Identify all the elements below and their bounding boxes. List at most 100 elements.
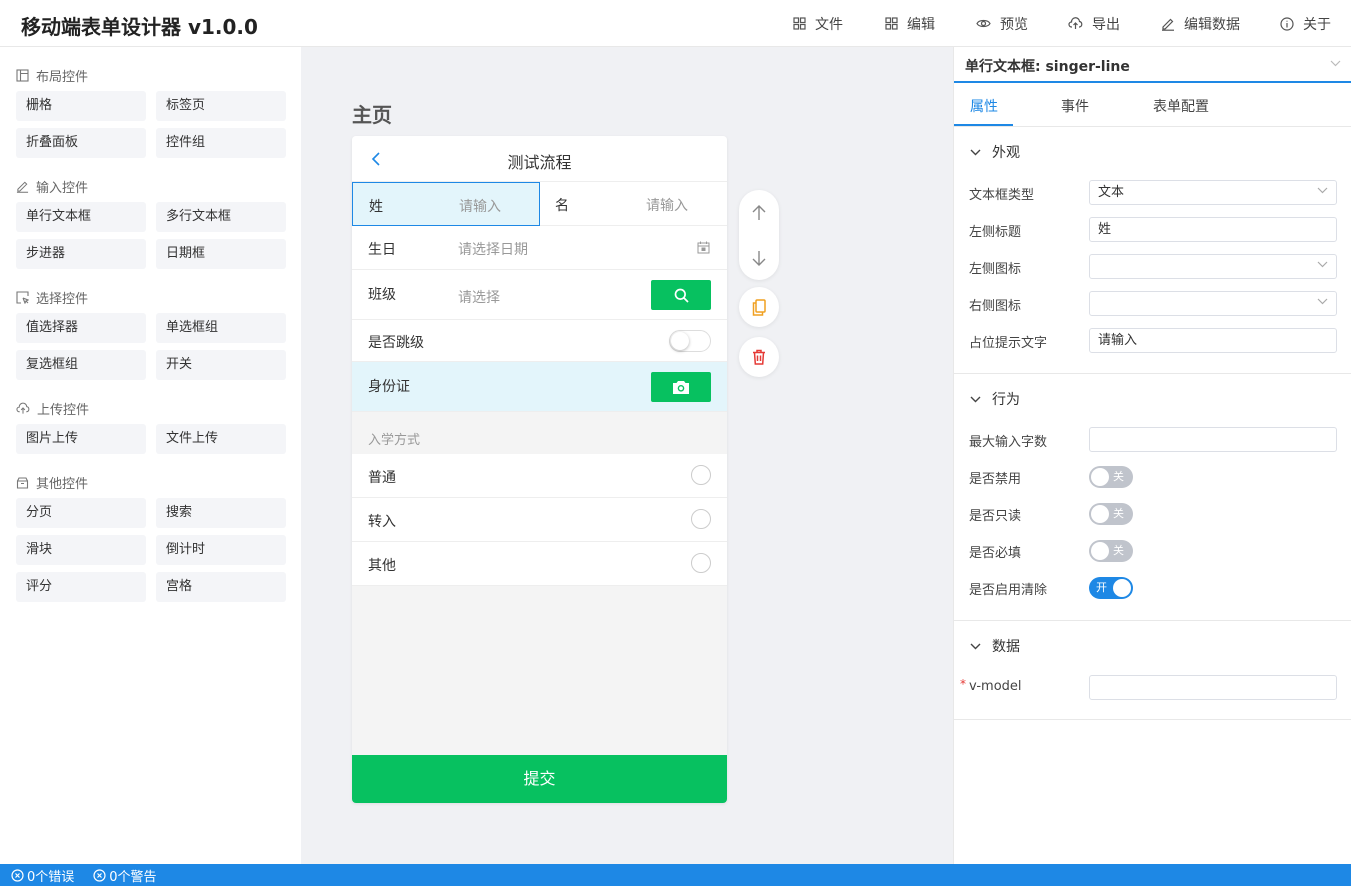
field-input-class[interactable]: 请选择 xyxy=(458,287,500,307)
selected-field-surname[interactable]: 姓 请输入 xyxy=(352,182,540,226)
search-button[interactable] xyxy=(651,280,711,310)
palette-item-slider[interactable]: 滑块 xyxy=(16,535,146,565)
palette-item-control-group[interactable]: 控件组 xyxy=(156,128,286,158)
palette-item-tabs[interactable]: 标签页 xyxy=(156,91,286,121)
palette-item-date[interactable]: 日期框 xyxy=(156,239,286,269)
group-title-label: 布局控件 xyxy=(36,70,89,85)
palette-item-switch[interactable]: 开关 xyxy=(156,350,286,380)
radio-circle[interactable] xyxy=(691,553,711,573)
select-left-icon[interactable] xyxy=(1089,254,1337,279)
palette-item-grid-menu[interactable]: 宫格 xyxy=(156,572,286,602)
menu-preview-label: 预览 xyxy=(1000,16,1028,33)
radio-circle[interactable] xyxy=(691,465,711,485)
copy-icon xyxy=(752,298,766,316)
tab-form-config[interactable]: 表单配置 xyxy=(1153,96,1209,116)
delete-button[interactable] xyxy=(739,337,779,377)
selected-component-header[interactable]: 单行文本框: singer-line xyxy=(954,47,1351,83)
palette-item-search[interactable]: 搜索 xyxy=(156,498,286,528)
toggle-knob xyxy=(671,332,689,350)
selected-component-title: 单行文本框: singer-line xyxy=(965,59,1130,75)
palette-item-rate[interactable]: 评分 xyxy=(16,572,146,602)
section-header-appearance[interactable]: 外观 xyxy=(970,142,1020,162)
field-input-surname[interactable]: 请输入 xyxy=(459,196,501,216)
copy-icon-wrap xyxy=(739,287,779,327)
cursor-select-icon xyxy=(16,291,29,304)
toggle-clearable[interactable]: 开 xyxy=(1089,577,1133,599)
menu-file[interactable]: 文件 xyxy=(793,0,843,47)
palette-item-pagination[interactable]: 分页 xyxy=(16,498,146,528)
field-label-birthday: 生日 xyxy=(368,242,396,258)
section-header-data[interactable]: 数据 xyxy=(970,636,1020,656)
search-icon xyxy=(674,288,689,303)
eye-icon xyxy=(976,19,991,28)
palette-item-file-upload[interactable]: 文件上传 xyxy=(156,424,286,454)
camera-button[interactable] xyxy=(651,372,711,402)
palette-item-stepper[interactable]: 步进器 xyxy=(16,239,146,269)
menu-about[interactable]: 关于 xyxy=(1280,0,1331,47)
move-down-button[interactable] xyxy=(739,235,779,280)
menu-edit-data[interactable]: 编辑数据 xyxy=(1161,0,1240,47)
chevron-down-icon xyxy=(1330,60,1341,67)
palette-item-collapse[interactable]: 折叠面板 xyxy=(16,128,146,158)
field-input-given-name[interactable]: 请输入 xyxy=(646,195,688,215)
toggle-required[interactable]: 关 xyxy=(1089,540,1133,562)
menu-edit[interactable]: 编辑 xyxy=(885,0,935,47)
mobile-form-preview: 测试流程 姓 请输入 名 请输入 生日 请选择日期 班级 请选择 是否跳级 身份… xyxy=(352,136,727,803)
palette-item-radio-group[interactable]: 单选框组 xyxy=(156,313,286,343)
section-title: 行为 xyxy=(992,392,1020,408)
chevron-down-icon xyxy=(1317,298,1328,305)
active-tab-indicator xyxy=(954,124,1013,126)
menu-file-label: 文件 xyxy=(815,16,843,33)
section-header-behavior[interactable]: 行为 xyxy=(970,389,1020,409)
group-title-input: 输入控件 xyxy=(16,177,88,196)
palette-item-single-line[interactable]: 单行文本框 xyxy=(16,202,146,232)
input-v-model[interactable] xyxy=(1089,675,1337,700)
radio-option[interactable]: 转入 xyxy=(352,498,727,542)
palette-item-countdown[interactable]: 倒计时 xyxy=(156,535,286,565)
radio-option-label: 其他 xyxy=(368,558,396,574)
menu-export[interactable]: 导出 xyxy=(1068,0,1120,47)
palette-item-picker[interactable]: 值选择器 xyxy=(16,313,146,343)
skip-grade-toggle[interactable] xyxy=(669,330,711,352)
prop-label-input-type: 文本框类型 xyxy=(969,188,1035,203)
copy-button[interactable] xyxy=(739,287,779,327)
group-title-upload: 上传控件 xyxy=(16,399,89,418)
palette-item-checkbox-group[interactable]: 复选框组 xyxy=(16,350,146,380)
select-right-icon[interactable] xyxy=(1089,291,1337,316)
palette-item-image-upload[interactable]: 图片上传 xyxy=(16,424,146,454)
calendar-icon[interactable] xyxy=(697,241,710,254)
toggle-readonly[interactable]: 关 xyxy=(1089,503,1133,525)
error-count-label: 0个错误 xyxy=(27,869,75,885)
radio-option-label: 转入 xyxy=(368,514,396,530)
form-row-birthday[interactable]: 生日 请选择日期 xyxy=(352,226,727,270)
component-palette: 布局控件 栅格 标签页 折叠面板 控件组 输入控件 单行文本框 多行文本框 步进… xyxy=(0,47,301,864)
info-icon xyxy=(1280,16,1294,31)
form-row-name: 姓 请输入 名 请输入 xyxy=(352,182,727,226)
submit-button[interactable]: 提交 xyxy=(352,755,727,803)
select-input-type[interactable]: 文本 xyxy=(1089,180,1337,205)
toggle-disabled[interactable]: 关 xyxy=(1089,466,1133,488)
input-left-title[interactable]: 姓 xyxy=(1089,217,1337,242)
tab-attributes[interactable]: 属性 xyxy=(970,96,998,116)
field-input-birthday[interactable]: 请选择日期 xyxy=(458,239,528,259)
error-count[interactable]: 0个错误 xyxy=(11,866,74,885)
warning-circle-icon xyxy=(93,868,106,882)
tab-events[interactable]: 事件 xyxy=(1061,96,1089,116)
warning-count[interactable]: 0个警告 xyxy=(93,866,157,885)
prop-label-right-icon: 右侧图标 xyxy=(969,299,1022,314)
menu-preview[interactable]: 预览 xyxy=(976,0,1028,47)
chevron-down-icon xyxy=(970,396,981,402)
form-title: 测试流程 xyxy=(507,153,572,172)
group-title-label: 其他控件 xyxy=(36,477,89,492)
input-max-length[interactable] xyxy=(1089,427,1337,452)
radio-circle[interactable] xyxy=(691,509,711,529)
palette-item-multi-line[interactable]: 多行文本框 xyxy=(156,202,286,232)
radio-option[interactable]: 普通 xyxy=(352,454,727,498)
move-up-button[interactable] xyxy=(739,190,779,235)
chevron-down-icon xyxy=(970,149,981,155)
input-placeholder[interactable]: 请输入 xyxy=(1089,328,1337,353)
palette-item-grid[interactable]: 栅格 xyxy=(16,91,146,121)
menu-edit-data-label: 编辑数据 xyxy=(1184,16,1240,33)
move-toolbar xyxy=(739,190,779,280)
radio-option[interactable]: 其他 xyxy=(352,542,727,586)
